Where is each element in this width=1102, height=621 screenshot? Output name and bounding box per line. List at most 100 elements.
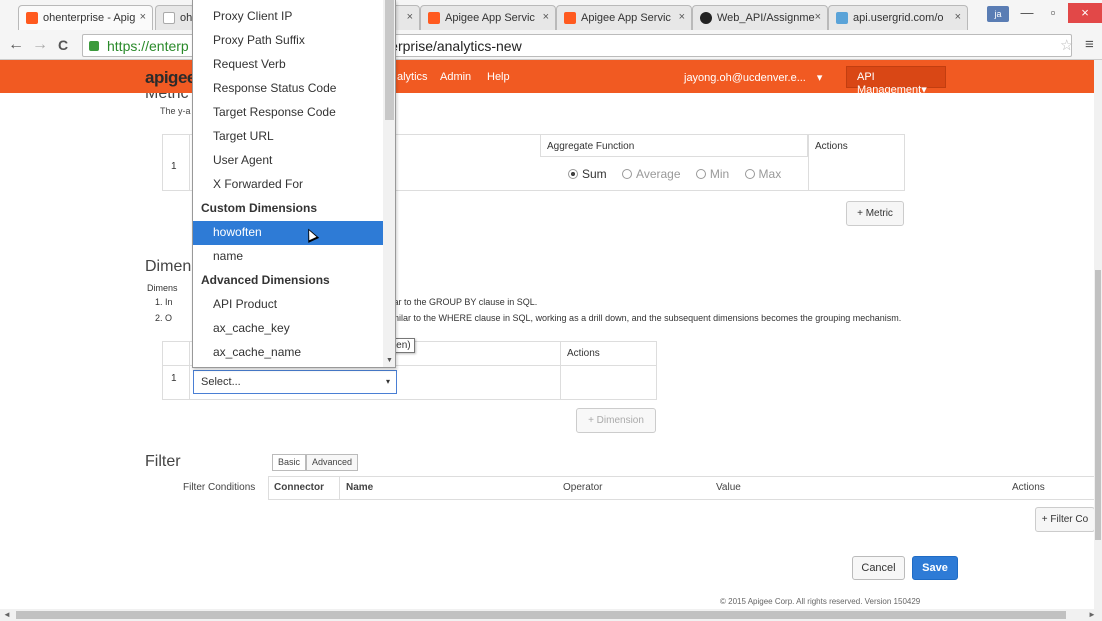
browser-tab-0[interactable]: ohenterprise - Apig × (18, 5, 153, 30)
dropdown-option[interactable]: ax_cache_key (193, 317, 383, 341)
tab-title: Apigee App Servic (445, 12, 535, 24)
metrics-section-title: Metric (145, 93, 189, 102)
browser-tab-5[interactable]: Web_API/Assignme × (692, 5, 828, 30)
bookmark-star-icon[interactable]: ☆ (1060, 36, 1073, 54)
minimize-icon[interactable]: — (1014, 3, 1040, 23)
aggregate-function-header: Aggregate Function (547, 141, 635, 152)
doc-icon (163, 12, 175, 24)
window-close-icon[interactable]: × (1068, 3, 1102, 23)
forward-icon[interactable]: → (32, 37, 48, 53)
dropdown-scroll-thumb[interactable] (385, 0, 394, 120)
dropdown-option[interactable]: Target Response Code (193, 101, 383, 125)
url-scheme: https://enterp (107, 38, 189, 54)
dropdown-option[interactable]: Target URL (193, 125, 383, 149)
usergrid-icon (836, 12, 848, 24)
filter-conditions-label: Filter Conditions (183, 482, 256, 493)
dropdown-group-custom: Custom Dimensions (201, 201, 318, 215)
close-icon[interactable]: × (140, 11, 146, 23)
dimensions-list-2-number: 2. O (155, 313, 173, 323)
dropdown-option[interactable]: Proxy Path Suffix (193, 29, 383, 53)
page-horizontal-scroll-thumb[interactable] (16, 611, 1066, 619)
close-icon[interactable]: × (679, 11, 685, 23)
close-icon[interactable]: × (815, 11, 821, 23)
scroll-left-icon[interactable]: ◄ (3, 610, 11, 619)
dropdown-option[interactable]: Proxy Client IP (193, 5, 383, 29)
apigee-icon (428, 12, 440, 24)
save-button[interactable]: Save (912, 556, 958, 580)
filter-mode-advanced[interactable]: Advanced (306, 454, 359, 471)
dimensions-list-2-text: , similar to the WHERE clause in SQL, wo… (380, 313, 902, 323)
tab-title: Web_API/Assignme (717, 12, 815, 24)
back-icon[interactable]: ← (8, 37, 24, 53)
cancel-button[interactable]: Cancel (852, 556, 905, 580)
filter-section-title: Filter (145, 453, 181, 470)
dimension-select[interactable]: Select... ▾ (193, 370, 397, 394)
filter-col-name: Name (346, 482, 374, 493)
maximize-icon[interactable]: ▫ (1040, 3, 1066, 23)
dimension-select-value: Select... (201, 376, 241, 388)
add-dimension-button[interactable]: + Dimension (576, 408, 656, 433)
metrics-row-number: 1 (171, 161, 177, 172)
radio-sum[interactable] (568, 169, 578, 179)
filter-col-connector: Connector (274, 482, 324, 493)
add-filter-condition-button[interactable]: + Filter Co (1035, 507, 1094, 532)
scroll-right-icon[interactable]: ► (1088, 610, 1096, 619)
close-icon[interactable]: × (407, 11, 413, 23)
chevron-down-icon: ▾ (385, 377, 390, 386)
apigee-logo[interactable]: apigee (145, 68, 196, 88)
metrics-description: The y-a (160, 106, 191, 116)
github-icon (700, 12, 712, 24)
dimension-dropdown-list[interactable]: Proxy Client IP Proxy Path Suffix Reques… (192, 0, 396, 368)
dimensions-row-number: 1 (171, 373, 177, 384)
dropdown-scrollbar[interactable] (383, 0, 395, 367)
app-header: apigee alytics Admin Help jayong.oh@ucde… (0, 60, 1094, 96)
dropdown-option[interactable]: name (193, 245, 383, 269)
footer-copyright: © 2015 Apigee Corp. All rights reserved.… (720, 597, 921, 606)
dimensions-section-title: Dimen (145, 258, 192, 275)
browser-tab-6[interactable]: api.usergrid.com/o × (828, 5, 968, 30)
dimensions-row-gutter (162, 341, 190, 400)
dropdown-option-highlighted[interactable]: howoften (193, 221, 383, 245)
apigee-icon (26, 12, 38, 24)
chevron-down-icon: ▾ (816, 72, 823, 84)
filter-col-actions: Actions (1012, 482, 1045, 493)
chrome-menu-icon[interactable]: ≡ (1085, 36, 1094, 53)
api-management-menu[interactable]: API Management▾ (846, 66, 946, 96)
lock-icon (89, 41, 99, 51)
page-horizontal-scrollbar[interactable]: ◄ ► (0, 609, 1102, 621)
dimensions-list-1-number: 1. In (155, 297, 173, 307)
page-vertical-scroll-thumb[interactable] (1095, 270, 1101, 540)
nav-help[interactable]: Help (487, 71, 510, 83)
browser-tab-3[interactable]: Apigee App Servic × (420, 5, 556, 30)
filter-mode-basic[interactable]: Basic (272, 454, 307, 471)
radio-min[interactable] (695, 169, 706, 179)
filter-col-operator: Operator (563, 482, 603, 493)
profile-badge[interactable]: ja (987, 6, 1009, 22)
main-content: Metric The y-a 1 Aggregate Function Acti… (0, 93, 1094, 609)
page-vertical-scrollbar[interactable] (1094, 60, 1102, 609)
apigee-icon (564, 12, 576, 24)
dropdown-option[interactable]: Response Status Code (193, 77, 383, 101)
reload-icon[interactable]: C (58, 37, 68, 53)
dimensions-description: Dimens (147, 283, 178, 293)
close-icon[interactable]: × (543, 11, 549, 23)
close-icon[interactable]: × (955, 11, 961, 23)
add-metric-button[interactable]: + Metric (846, 201, 904, 226)
radio-max[interactable] (744, 169, 755, 179)
nav-analytics[interactable]: alytics (397, 71, 428, 83)
dropdown-option[interactable]: User Agent (193, 149, 383, 173)
browser-tab-1[interactable]: ohe (155, 5, 195, 30)
nav-admin[interactable]: Admin (440, 71, 471, 83)
radio-average[interactable] (622, 169, 633, 179)
browser-tabstrip: ohenterprise - Apig × ohe × Apigee App S… (0, 0, 1102, 31)
scroll-down-icon[interactable]: ▼ (386, 357, 393, 364)
address-bar: ← → C https://enterp enterprise/analytics… (0, 31, 1102, 60)
dropdown-option[interactable]: Request Verb (193, 53, 383, 77)
dimensions-list-1-text: milar to the GROUP BY clause in SQL. (382, 297, 538, 307)
tab-title: api.usergrid.com/o (853, 12, 944, 24)
dropdown-option[interactable]: X Forwarded For (193, 173, 383, 197)
user-menu[interactable]: jayong.oh@ucdenver.e... ▾ (684, 71, 822, 84)
dropdown-option[interactable]: ax_cache_name (193, 341, 383, 365)
dropdown-option[interactable]: API Product (193, 293, 383, 317)
browser-tab-4[interactable]: Apigee App Servic × (556, 5, 692, 30)
